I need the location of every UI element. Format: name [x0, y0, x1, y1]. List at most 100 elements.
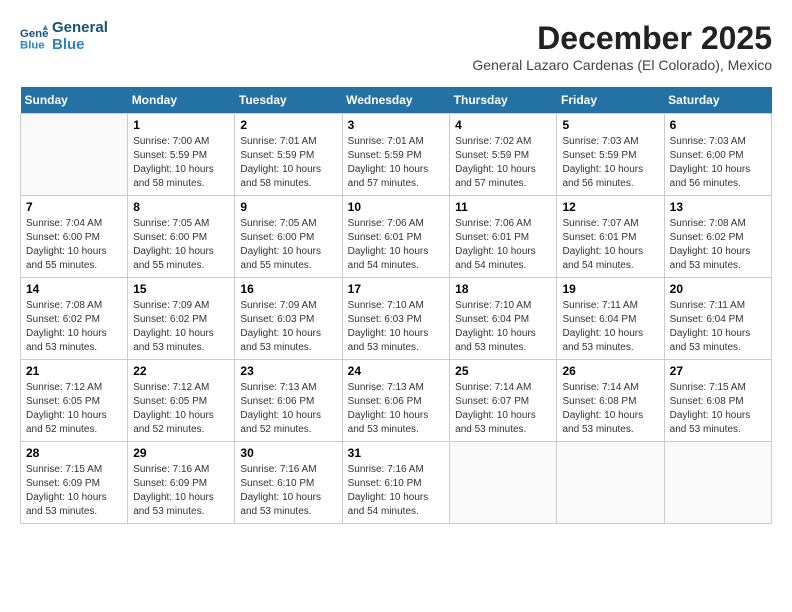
sunset: Sunset: 6:05 PM — [133, 396, 207, 407]
day-info: Sunrise: 7:01 AM Sunset: 5:59 PM Dayligh… — [240, 135, 336, 191]
sunrise: Sunrise: 7:07 AM — [562, 218, 638, 229]
day-info: Sunrise: 7:08 AM Sunset: 6:02 PM Dayligh… — [670, 217, 766, 273]
sunrise: Sunrise: 7:04 AM — [26, 218, 102, 229]
daylight: Daylight: 10 hours and 58 minutes. — [133, 164, 214, 189]
daylight: Daylight: 10 hours and 53 minutes. — [26, 492, 107, 517]
calendar-cell: 10 Sunrise: 7:06 AM Sunset: 6:01 PM Dayl… — [342, 196, 450, 278]
calendar-cell: 16 Sunrise: 7:09 AM Sunset: 6:03 PM Dayl… — [235, 278, 342, 360]
daylight: Daylight: 10 hours and 56 minutes. — [562, 164, 643, 189]
sunset: Sunset: 6:01 PM — [455, 232, 529, 243]
sunset: Sunset: 6:10 PM — [240, 478, 314, 489]
day-number: 7 — [26, 200, 122, 214]
day-info: Sunrise: 7:16 AM Sunset: 6:09 PM Dayligh… — [133, 463, 229, 519]
svg-text:Blue: Blue — [20, 39, 45, 51]
location-title: General Lazaro Cardenas (El Colorado), M… — [472, 57, 772, 73]
calendar-cell: 8 Sunrise: 7:05 AM Sunset: 6:00 PM Dayli… — [128, 196, 235, 278]
calendar-week-row: 1 Sunrise: 7:00 AM Sunset: 5:59 PM Dayli… — [21, 114, 772, 196]
day-info: Sunrise: 7:13 AM Sunset: 6:06 PM Dayligh… — [348, 381, 445, 437]
calendar-cell: 12 Sunrise: 7:07 AM Sunset: 6:01 PM Dayl… — [557, 196, 664, 278]
calendar-cell: 14 Sunrise: 7:08 AM Sunset: 6:02 PM Dayl… — [21, 278, 128, 360]
sunrise: Sunrise: 7:15 AM — [670, 382, 746, 393]
day-number: 30 — [240, 446, 336, 460]
day-number: 18 — [455, 282, 551, 296]
logo-blue: Blue — [52, 37, 108, 54]
calendar-cell: 4 Sunrise: 7:02 AM Sunset: 5:59 PM Dayli… — [450, 114, 557, 196]
calendar-week-row: 28 Sunrise: 7:15 AM Sunset: 6:09 PM Dayl… — [21, 442, 772, 524]
daylight: Daylight: 10 hours and 55 minutes. — [240, 246, 321, 271]
header-tuesday: Tuesday — [235, 87, 342, 114]
sunrise: Sunrise: 7:06 AM — [455, 218, 531, 229]
sunset: Sunset: 6:09 PM — [133, 478, 207, 489]
calendar-cell: 29 Sunrise: 7:16 AM Sunset: 6:09 PM Dayl… — [128, 442, 235, 524]
day-number: 22 — [133, 364, 229, 378]
sunset: Sunset: 6:00 PM — [240, 232, 314, 243]
day-info: Sunrise: 7:08 AM Sunset: 6:02 PM Dayligh… — [26, 299, 122, 355]
sunrise: Sunrise: 7:01 AM — [240, 136, 316, 147]
day-info: Sunrise: 7:06 AM Sunset: 6:01 PM Dayligh… — [455, 217, 551, 273]
sunrise: Sunrise: 7:16 AM — [348, 464, 424, 475]
day-number: 6 — [670, 118, 766, 132]
daylight: Daylight: 10 hours and 52 minutes. — [240, 410, 321, 435]
day-info: Sunrise: 7:03 AM Sunset: 6:00 PM Dayligh… — [670, 135, 766, 191]
sunrise: Sunrise: 7:09 AM — [133, 300, 209, 311]
sunset: Sunset: 6:07 PM — [455, 396, 529, 407]
sunrise: Sunrise: 7:12 AM — [133, 382, 209, 393]
calendar-cell: 22 Sunrise: 7:12 AM Sunset: 6:05 PM Dayl… — [128, 360, 235, 442]
calendar-cell: 30 Sunrise: 7:16 AM Sunset: 6:10 PM Dayl… — [235, 442, 342, 524]
logo-general: General — [52, 20, 108, 37]
day-number: 10 — [348, 200, 445, 214]
sunset: Sunset: 6:04 PM — [562, 314, 636, 325]
calendar-cell: 31 Sunrise: 7:16 AM Sunset: 6:10 PM Dayl… — [342, 442, 450, 524]
daylight: Daylight: 10 hours and 53 minutes. — [348, 410, 429, 435]
logo-icon: General Blue — [20, 23, 48, 51]
day-number: 1 — [133, 118, 229, 132]
calendar-cell — [450, 442, 557, 524]
header-sunday: Sunday — [21, 87, 128, 114]
sunset: Sunset: 6:08 PM — [670, 396, 744, 407]
calendar-cell: 3 Sunrise: 7:01 AM Sunset: 5:59 PM Dayli… — [342, 114, 450, 196]
day-number: 17 — [348, 282, 445, 296]
daylight: Daylight: 10 hours and 53 minutes. — [240, 492, 321, 517]
calendar-cell: 24 Sunrise: 7:13 AM Sunset: 6:06 PM Dayl… — [342, 360, 450, 442]
title-section: December 2025 General Lazaro Cardenas (E… — [472, 20, 772, 83]
day-info: Sunrise: 7:07 AM Sunset: 6:01 PM Dayligh… — [562, 217, 658, 273]
daylight: Daylight: 10 hours and 55 minutes. — [26, 246, 107, 271]
calendar-cell — [664, 442, 771, 524]
calendar-cell: 9 Sunrise: 7:05 AM Sunset: 6:00 PM Dayli… — [235, 196, 342, 278]
daylight: Daylight: 10 hours and 53 minutes. — [133, 328, 214, 353]
header-monday: Monday — [128, 87, 235, 114]
calendar-cell: 19 Sunrise: 7:11 AM Sunset: 6:04 PM Dayl… — [557, 278, 664, 360]
calendar-cell: 20 Sunrise: 7:11 AM Sunset: 6:04 PM Dayl… — [664, 278, 771, 360]
sunrise: Sunrise: 7:12 AM — [26, 382, 102, 393]
calendar-cell: 2 Sunrise: 7:01 AM Sunset: 5:59 PM Dayli… — [235, 114, 342, 196]
calendar-week-row: 14 Sunrise: 7:08 AM Sunset: 6:02 PM Dayl… — [21, 278, 772, 360]
calendar-cell: 11 Sunrise: 7:06 AM Sunset: 6:01 PM Dayl… — [450, 196, 557, 278]
sunset: Sunset: 5:59 PM — [240, 150, 314, 161]
sunset: Sunset: 6:08 PM — [562, 396, 636, 407]
sunrise: Sunrise: 7:05 AM — [240, 218, 316, 229]
day-info: Sunrise: 7:03 AM Sunset: 5:59 PM Dayligh… — [562, 135, 658, 191]
day-number: 8 — [133, 200, 229, 214]
calendar-week-row: 7 Sunrise: 7:04 AM Sunset: 6:00 PM Dayli… — [21, 196, 772, 278]
calendar-cell — [557, 442, 664, 524]
day-number: 20 — [670, 282, 766, 296]
daylight: Daylight: 10 hours and 56 minutes. — [670, 164, 751, 189]
daylight: Daylight: 10 hours and 57 minutes. — [348, 164, 429, 189]
calendar-cell: 15 Sunrise: 7:09 AM Sunset: 6:02 PM Dayl… — [128, 278, 235, 360]
weekday-header-row: Sunday Monday Tuesday Wednesday Thursday… — [21, 87, 772, 114]
calendar-cell: 23 Sunrise: 7:13 AM Sunset: 6:06 PM Dayl… — [235, 360, 342, 442]
sunrise: Sunrise: 7:03 AM — [670, 136, 746, 147]
sunset: Sunset: 6:04 PM — [670, 314, 744, 325]
daylight: Daylight: 10 hours and 53 minutes. — [562, 328, 643, 353]
sunset: Sunset: 6:01 PM — [562, 232, 636, 243]
sunset: Sunset: 6:01 PM — [348, 232, 422, 243]
sunset: Sunset: 5:59 PM — [348, 150, 422, 161]
daylight: Daylight: 10 hours and 54 minutes. — [562, 246, 643, 271]
sunrise: Sunrise: 7:16 AM — [240, 464, 316, 475]
sunrise: Sunrise: 7:09 AM — [240, 300, 316, 311]
day-number: 15 — [133, 282, 229, 296]
calendar-week-row: 21 Sunrise: 7:12 AM Sunset: 6:05 PM Dayl… — [21, 360, 772, 442]
sunrise: Sunrise: 7:11 AM — [562, 300, 637, 311]
sunrise: Sunrise: 7:08 AM — [670, 218, 746, 229]
sunrise: Sunrise: 7:16 AM — [133, 464, 209, 475]
